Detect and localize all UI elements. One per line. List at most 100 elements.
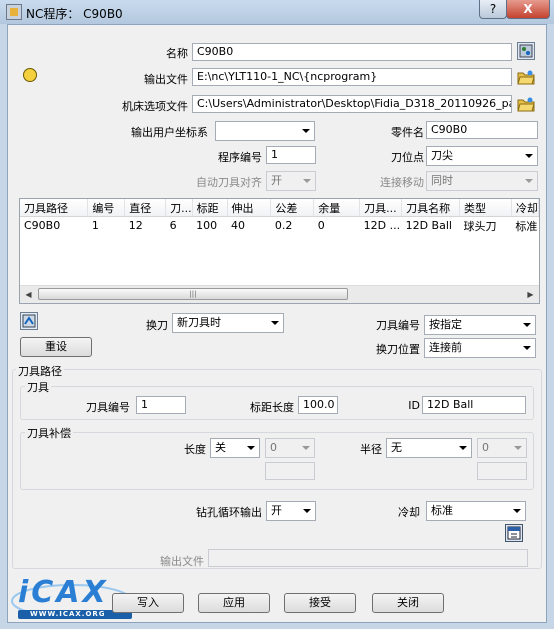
toolpath-table: 刀具路径 编号 直径 刀... 标距 伸出 公差 余量 刀具... 刀具名称 类… <box>19 198 540 304</box>
chevron-down-icon <box>299 502 315 520</box>
column-header[interactable]: 伸出 <box>227 199 272 217</box>
apply-button[interactable]: 应用 <box>198 593 270 613</box>
tool-position-label: 刀位点 <box>391 151 424 164</box>
horizontal-scrollbar[interactable]: ◀ ||| ▶ <box>20 285 539 303</box>
logo-url: WWW.ICAX.ORG <box>30 610 106 618</box>
column-header[interactable]: 冷却 <box>511 199 539 217</box>
radius-number-spin[interactable]: 0 <box>477 438 527 458</box>
tool-position-select[interactable]: 刀尖 <box>426 146 538 166</box>
column-header[interactable]: 直径 <box>124 199 167 217</box>
table-cell: 12D ... <box>363 219 401 232</box>
tool-id-input[interactable]: 12D Ball <box>422 396 526 414</box>
toolpath-group-title: 刀具路径 <box>16 363 64 379</box>
accept-button[interactable]: 接受 <box>284 593 356 613</box>
length-number-spin[interactable]: 0 <box>265 438 315 458</box>
program-number-label: 程序编号 <box>218 151 262 164</box>
title-bar: NC程序： C90B0 ? X <box>0 0 554 24</box>
nc-output-file-input[interactable] <box>208 549 528 567</box>
tool-change-label: 换刀 <box>146 319 168 332</box>
machine-option-input[interactable]: C:\Users\Administrator\Desktop\Fidia_D31… <box>192 95 512 113</box>
part-name-input[interactable]: C90B0 <box>426 121 538 139</box>
coolant-label: 冷却 <box>398 506 420 519</box>
nc-output-file-label: 输出文件 <box>160 555 204 568</box>
name-input[interactable]: C90B0 <box>192 43 512 61</box>
machine-option-label: 机床选项文件 <box>122 100 188 113</box>
column-header[interactable]: 标距 <box>192 199 228 217</box>
open-folder-icon[interactable] <box>517 95 535 113</box>
table-cell: C90B0 <box>24 219 61 232</box>
change-position-select[interactable]: 连接前 <box>424 338 536 358</box>
scroll-left-icon[interactable]: ◀ <box>20 286 37 303</box>
table-header: 刀具路径 编号 直径 刀... 标距 伸出 公差 余量 刀具... 刀具名称 类… <box>20 199 539 217</box>
nc-program-icon <box>6 4 22 20</box>
table-cell: 12D Ball <box>405 219 452 232</box>
output-file-label: 输出文件 <box>144 73 188 86</box>
table-cell: 标准 <box>515 219 538 233</box>
tool-change-select[interactable]: 新刀具时 <box>172 313 284 333</box>
auto-align-select[interactable]: 开 <box>266 171 316 191</box>
length-extra-input[interactable] <box>265 462 315 480</box>
radius-label: 半径 <box>360 443 382 456</box>
nc-program-dialog: NC程序： C90B0 ? X 名称 C90B0 输出文件 E:\nc\YLT1… <box>0 0 554 629</box>
coolant-select[interactable]: 标准 <box>426 501 526 521</box>
scroll-thumb[interactable]: ||| <box>38 288 348 300</box>
column-header[interactable]: 公差 <box>270 199 315 217</box>
table-row[interactable]: C90B0 1 12 6 100 40 0.2 0 12D ... 12D Ba… <box>20 217 539 235</box>
output-file-input[interactable]: E:\nc\YLT110-1_NC\{ncprogram} <box>192 68 512 86</box>
table-cell: 0.2 <box>274 219 293 232</box>
dialog-body: 名称 C90B0 输出文件 E:\nc\YLT110-1_NC\{ncprogr… <box>7 24 547 623</box>
tool-group-title: 刀具 <box>25 379 51 395</box>
tool-numbering-select[interactable]: 按指定 <box>424 315 536 335</box>
auto-align-label: 自动刀具对齐 <box>196 176 262 189</box>
chevron-down-icon <box>243 439 259 457</box>
column-header[interactable]: 刀具... <box>359 199 403 217</box>
table-cell: 1 <box>91 219 99 232</box>
table-cell: 12 <box>128 219 143 232</box>
radius-extra-input[interactable] <box>477 462 527 480</box>
gauge-length-label: 标距长度 <box>250 401 294 414</box>
gauge-length-input[interactable]: 100.0 <box>298 396 338 414</box>
table-cell: 100 <box>196 219 218 232</box>
drill-cycle-label: 钻孔循环输出 <box>196 506 262 519</box>
column-header[interactable]: 刀... <box>165 199 193 217</box>
scroll-right-icon[interactable]: ▶ <box>522 286 539 303</box>
reset-button[interactable]: 重设 <box>20 337 92 357</box>
chevron-down-icon <box>455 439 471 457</box>
user-coord-label: 输出用户坐标系 <box>131 126 208 139</box>
column-header[interactable]: 类型 <box>459 199 512 217</box>
chevron-down-icon <box>510 439 526 457</box>
program-number-input[interactable]: 1 <box>266 146 316 164</box>
connect-move-select[interactable]: 同时 <box>426 171 538 191</box>
open-folder-icon[interactable] <box>517 68 535 86</box>
chevron-down-icon <box>267 314 283 332</box>
parameters-icon[interactable] <box>517 42 535 60</box>
column-header[interactable]: 编号 <box>87 199 126 217</box>
tool-number-input[interactable]: 1 <box>136 396 186 414</box>
tool-id-label: ID <box>408 399 420 412</box>
radius-compensation-select[interactable]: 无 <box>386 438 472 458</box>
write-button[interactable]: 写入 <box>112 593 184 613</box>
compensation-group-title: 刀具补偿 <box>25 425 73 441</box>
column-header[interactable]: 刀具路径 <box>20 199 89 217</box>
table-cell: 0 <box>317 219 325 232</box>
close-button[interactable]: 关闭 <box>372 593 444 613</box>
column-header[interactable]: 刀具名称 <box>401 199 461 217</box>
edit-pencil-icon[interactable] <box>23 68 37 82</box>
name-label: 名称 <box>166 47 188 60</box>
select-toolpath-icon[interactable] <box>20 312 38 330</box>
toolpath-grid: 刀具路径 编号 直径 刀... 标距 伸出 公差 余量 刀具... 刀具名称 类… <box>20 199 539 234</box>
table-cell: 40 <box>231 219 246 232</box>
coolant-table-icon[interactable] <box>505 524 523 542</box>
change-position-label: 换刀位置 <box>376 343 420 356</box>
column-header[interactable]: 余量 <box>313 199 361 217</box>
drill-cycle-select[interactable]: 开 <box>266 501 316 521</box>
connect-move-label: 连接移动 <box>380 176 424 189</box>
length-compensation-select[interactable]: 关 <box>210 438 260 458</box>
chevron-down-icon <box>298 122 314 140</box>
chevron-down-icon <box>521 172 537 190</box>
chevron-down-icon <box>299 172 315 190</box>
help-button[interactable]: ? <box>479 0 507 19</box>
close-window-button[interactable]: X <box>506 0 550 19</box>
length-label: 长度 <box>184 443 206 456</box>
user-coord-select[interactable] <box>215 121 315 141</box>
